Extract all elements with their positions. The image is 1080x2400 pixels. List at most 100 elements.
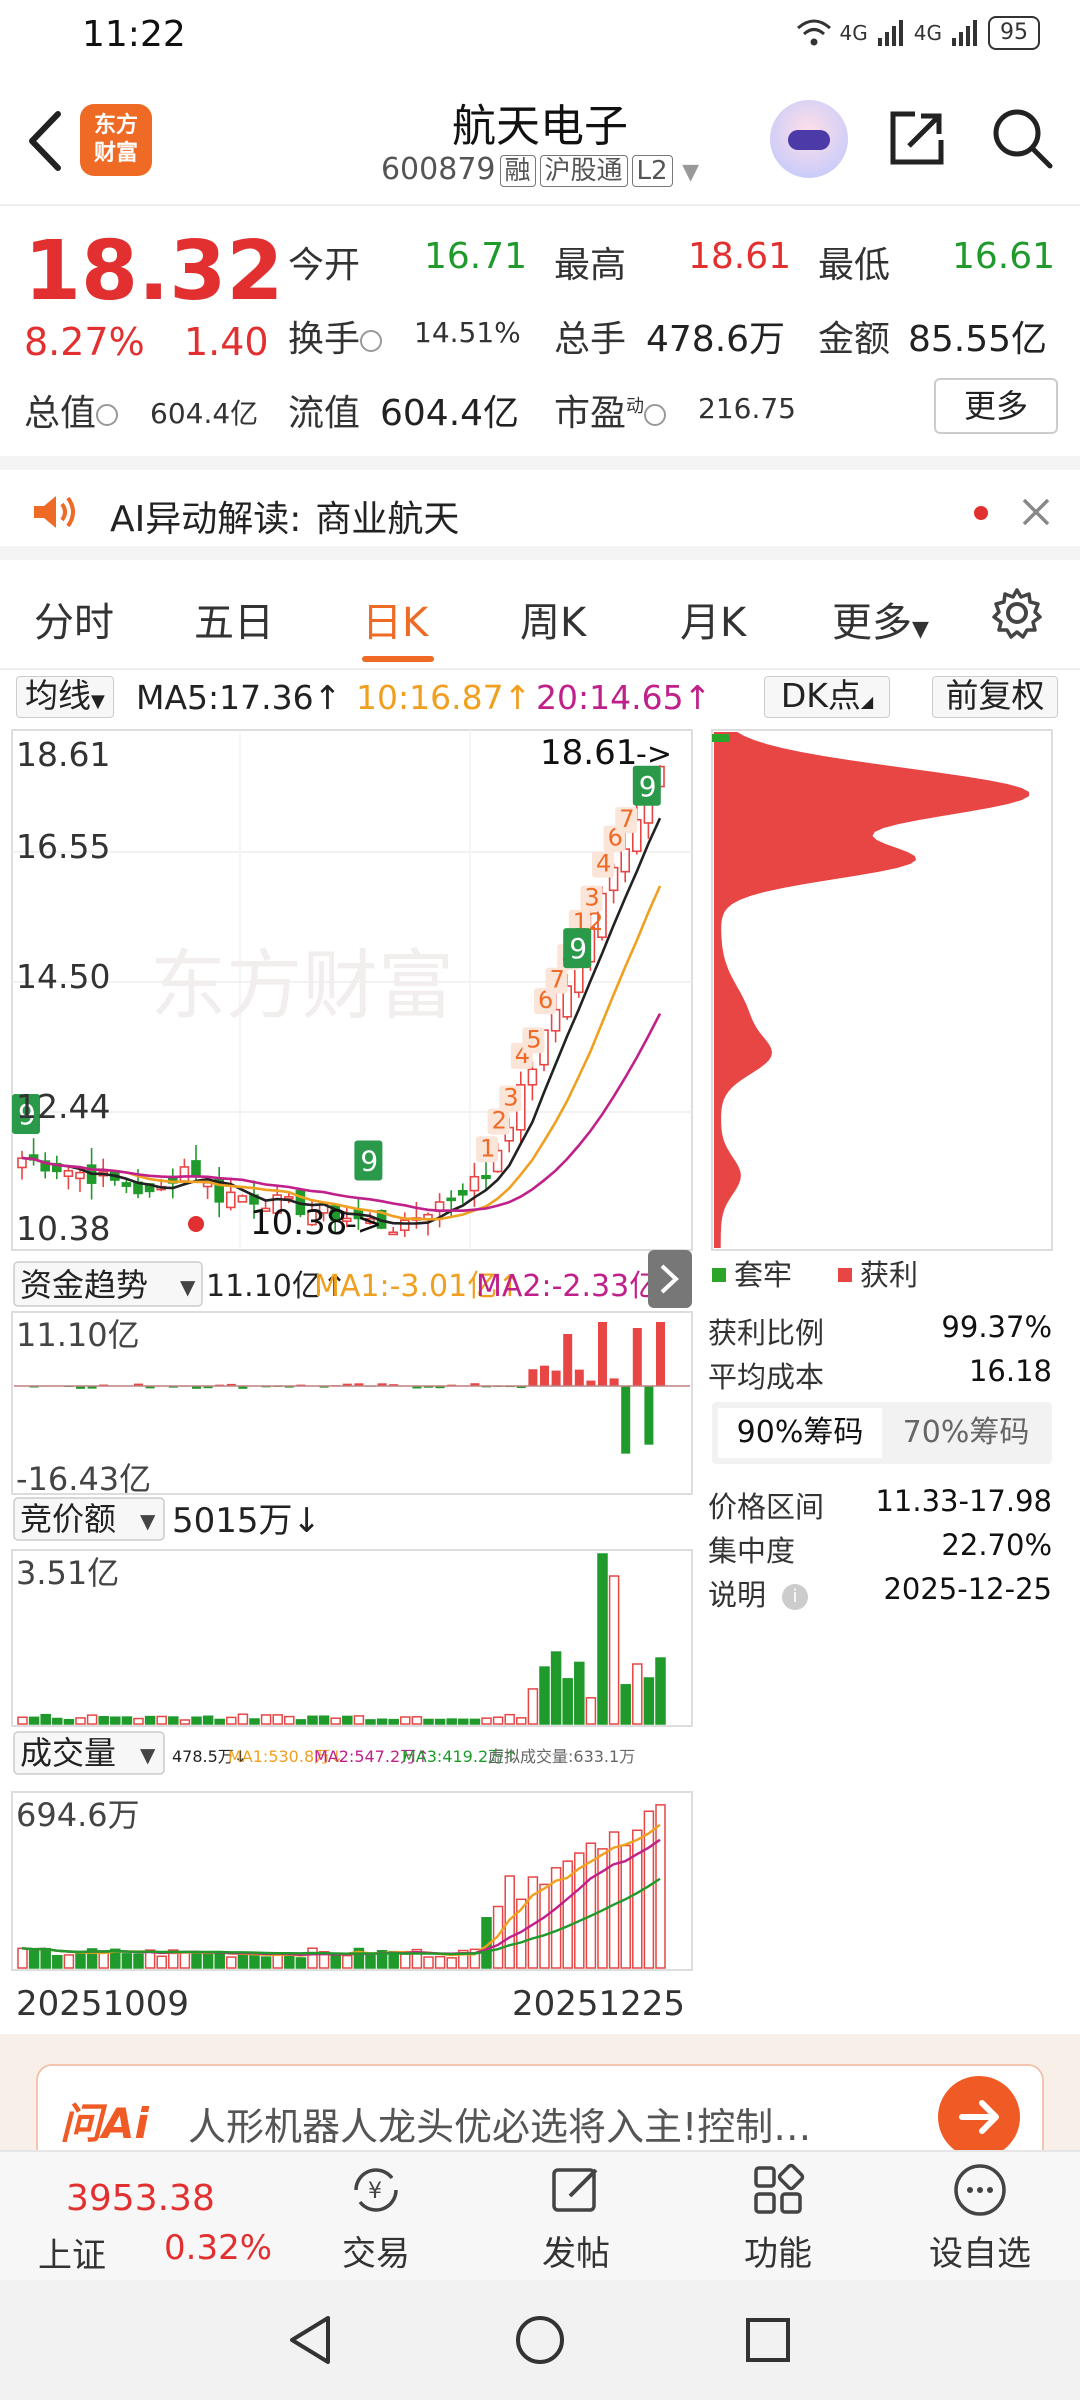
- close-icon[interactable]: [1020, 496, 1052, 528]
- tab-more[interactable]: 更多▼: [832, 590, 929, 648]
- ask-ai-logo: 问Ai: [60, 2099, 149, 2148]
- high-value: 18.61: [688, 236, 792, 277]
- candle-body: [63, 1169, 74, 1178]
- capital-bar: [551, 1370, 561, 1386]
- auction-header: 竞价额 ▼ 5015万↓: [13, 1497, 321, 1541]
- price-range-row: 价格区间 11.33-17.98: [708, 1484, 1052, 1524]
- auction-bar: [550, 1651, 562, 1725]
- tab-five-day[interactable]: 五日: [194, 590, 274, 648]
- capital-selector-label: 资金趋势: [20, 1266, 148, 1304]
- dk-point-button[interactable]: DK点◢: [764, 676, 890, 718]
- pe-label[interactable]: 市盈动: [554, 384, 667, 436]
- auction-bar: [620, 1684, 631, 1725]
- auction-bar: [75, 1717, 86, 1725]
- svg-text:5: 5: [526, 1025, 541, 1053]
- bottom-nav: 3953.38 上证 0.32% ¥ 交易 发帖 功能 设自选: [0, 2150, 1080, 2280]
- auction-bar: [156, 1715, 167, 1725]
- tab-chip-90[interactable]: 90%筹码: [718, 1408, 882, 1458]
- quote-panel: 18.32 8.27% 1.40 今开 16.71 最高 18.61 最低 16…: [0, 206, 1080, 456]
- info-icon: [360, 330, 383, 352]
- auction-bar: [52, 1717, 63, 1725]
- svg-text:¥: ¥: [368, 2179, 382, 2204]
- assistant-avatar[interactable]: [770, 100, 848, 178]
- auction-bar: [469, 1718, 481, 1725]
- trapped-legend-swatch: [712, 1268, 726, 1282]
- capital-bottom-label: -16.43亿: [16, 1460, 151, 1498]
- sequence-9-badge[interactable]: 9: [354, 1140, 383, 1181]
- auction-bar: [17, 1716, 28, 1725]
- gear-icon[interactable]: [990, 586, 1044, 640]
- more-button[interactable]: 更多: [934, 378, 1058, 434]
- system-home-icon[interactable]: [514, 2314, 566, 2366]
- auction-bar: [492, 1716, 504, 1725]
- grid-icon: [754, 2163, 805, 2214]
- start-date: 20251009: [16, 1984, 190, 2024]
- turnover-label[interactable]: 换手: [288, 310, 383, 362]
- volume-selector-label: 成交量: [20, 1734, 116, 1772]
- tab-monthly-k[interactable]: 月K: [680, 590, 746, 648]
- auction-bar: [597, 1553, 608, 1725]
- indicator-selector[interactable]: 均线▼: [16, 676, 114, 718]
- profit-ratio-row: 获利比例 99.37%: [708, 1310, 1052, 1350]
- signal-badge[interactable]: 4: [592, 850, 614, 878]
- auction-bar: [272, 1714, 283, 1725]
- volume-top-label: 694.6万: [16, 1796, 140, 1834]
- tab-weekly-k[interactable]: 周K: [520, 590, 586, 648]
- watermark: 东方财富: [150, 941, 454, 1030]
- nav-add-watchlist[interactable]: 设自选: [910, 2160, 1050, 2275]
- auction-bar: [585, 1697, 597, 1725]
- info-icon: [644, 404, 667, 426]
- ai-insight-text: AI异动解读: 商业航天: [110, 499, 460, 540]
- status-icons: 4G 4G 95: [796, 16, 1040, 50]
- ai-insight-bar[interactable]: AI异动解读: 商业航天: [0, 456, 1080, 560]
- tab-daily-k[interactable]: 日K: [362, 590, 428, 648]
- nav-trade[interactable]: ¥ 交易: [306, 2160, 446, 2275]
- signal-badge[interactable]: 3: [580, 884, 603, 912]
- more-dots-icon: [954, 2164, 1006, 2216]
- nav-post[interactable]: 发帖: [506, 2160, 646, 2275]
- auction-bar: [516, 1717, 527, 1725]
- trapped-legend: 套牢: [734, 1258, 792, 1292]
- capital-bar: [540, 1365, 549, 1386]
- volume-bar: [342, 1954, 353, 1969]
- auction-bar: [168, 1716, 179, 1725]
- adjust-button[interactable]: 前复权: [932, 676, 1058, 718]
- mktcap-label[interactable]: 总值: [24, 384, 119, 436]
- low-label: 最低: [818, 245, 891, 286]
- volume-label: 总手: [554, 319, 627, 360]
- ad-go-button[interactable]: [938, 2076, 1020, 2158]
- nav-functions[interactable]: 功能: [708, 2160, 848, 2275]
- ad-banner[interactable]: 问Ai 人形机器人龙头优必选将入主!控制…: [0, 2034, 1080, 2164]
- signal-badge[interactable]: 3: [499, 1084, 522, 1112]
- note-row[interactable]: 说明 i 2025-12-25: [708, 1572, 1052, 1614]
- auction-bar: [655, 1657, 666, 1725]
- ma10-value: 10:16.87↑: [356, 678, 532, 717]
- system-recents-icon[interactable]: [744, 2316, 792, 2364]
- sequence-9-badge[interactable]: 9: [563, 928, 592, 969]
- search-icon[interactable]: [990, 106, 1054, 170]
- auction-bar: [98, 1716, 109, 1725]
- event-dot[interactable]: [188, 1216, 204, 1232]
- share-icon[interactable]: [885, 106, 949, 170]
- svg-text:9: 9: [639, 770, 657, 803]
- auction-bar: [318, 1715, 330, 1725]
- expand-button[interactable]: [648, 1250, 692, 1308]
- auction-bar: [527, 1688, 539, 1725]
- auction-bar: [446, 1718, 457, 1725]
- top-bar: 东方 财富 航天电子 600879 融沪股通 L2 ▼: [0, 80, 1080, 206]
- signal-badge[interactable]: 1: [476, 1134, 498, 1163]
- volume-bar: [121, 1953, 133, 1969]
- tab-chip-70[interactable]: 70%筹码: [884, 1408, 1048, 1458]
- tab-intraday[interactable]: 分时: [34, 590, 114, 648]
- signal-badge[interactable]: 7: [615, 805, 638, 834]
- ad-card[interactable]: 问Ai 人形机器人龙头优必选将入主!控制…: [36, 2064, 1044, 2164]
- system-back-icon[interactable]: [286, 2314, 334, 2366]
- volume-bar: [133, 1953, 144, 1969]
- profit-legend-swatch: [838, 1268, 852, 1282]
- auction-bar: [28, 1716, 40, 1725]
- dropdown-triangle-icon: ▼: [912, 617, 929, 642]
- auction-bar: [237, 1713, 249, 1725]
- volume-bar: [17, 1947, 28, 1969]
- signal-badge[interactable]: 5: [522, 1025, 545, 1054]
- ma5-value: MA5:17.36↑: [136, 678, 342, 717]
